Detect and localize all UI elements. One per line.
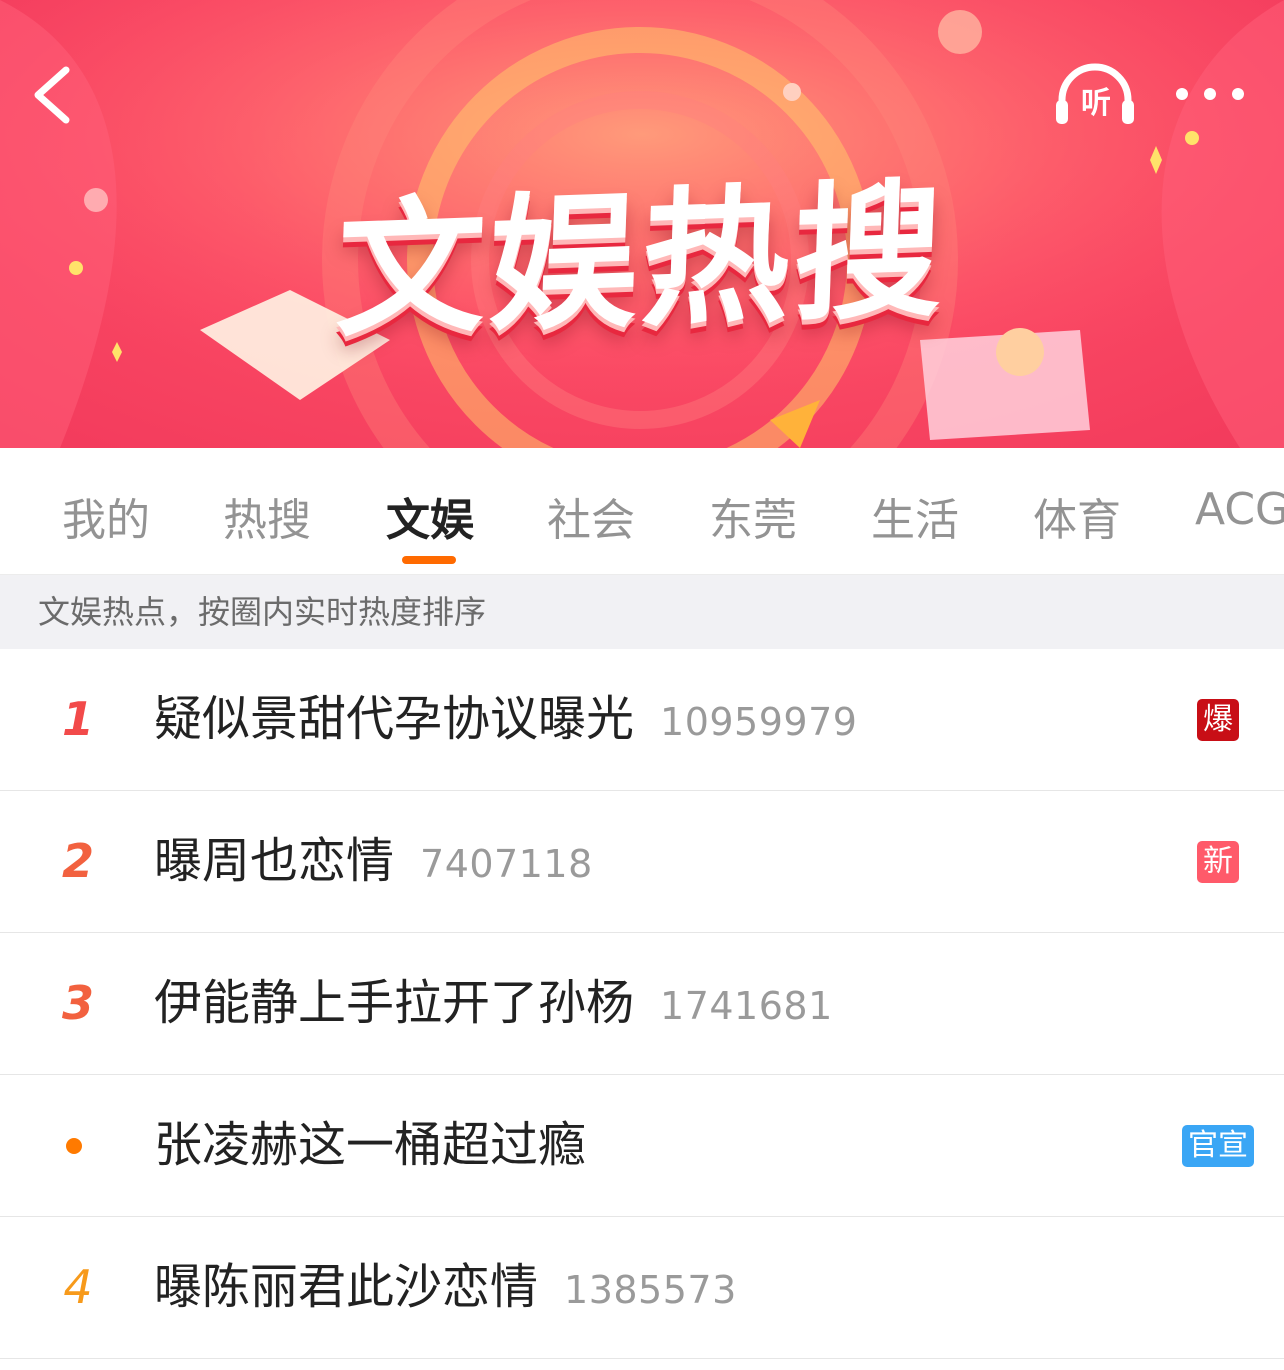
item-title-line: 伊能静上手拉开了孙杨 1741681 xyxy=(154,933,833,1074)
category-tabs: 我的 热搜 文娱 社会 东莞 生活 体育 ACG xyxy=(0,448,1284,575)
item-title-line: 曝陈丽君此沙恋情 1385573 xyxy=(154,1217,737,1358)
header-banner: 文娱热搜 听 xyxy=(0,0,1284,448)
tab-mine[interactable]: 我的 xyxy=(62,484,150,548)
listen-button[interactable]: 听 xyxy=(1052,60,1138,130)
official-badge: 官宣 xyxy=(1182,1125,1254,1167)
item-title: 伊能静上手拉开了孙杨 xyxy=(154,975,635,1031)
list-item[interactable]: 1 疑似景甜代孕协议曝光 10959979 爆 xyxy=(0,649,1284,791)
hot-search-list: 1 疑似景甜代孕协议曝光 10959979 爆 2 曝周也恋情 7407118 新 … xyxy=(0,649,1284,1359)
item-title-line: 疑似景甜代孕协议曝光 10959979 xyxy=(154,649,857,790)
list-item[interactable]: 4 曝陈丽君此沙恋情 1385573 xyxy=(0,1217,1284,1359)
item-title: 张凌赫这一桶超过瘾 xyxy=(154,1117,587,1173)
heat-count: 10959979 xyxy=(660,700,858,744)
tab-acg[interactable]: ACG xyxy=(1195,484,1284,535)
list-item[interactable]: 3 伊能静上手拉开了孙杨 1741681 xyxy=(0,933,1284,1075)
rank-number: 1 xyxy=(61,692,94,746)
item-title-line: 张凌赫这一桶超过瘾 xyxy=(154,1075,586,1216)
heat-count: 7407118 xyxy=(420,842,593,886)
banner-title: 文娱热搜 xyxy=(333,164,950,358)
back-button[interactable] xyxy=(26,60,86,130)
more-dots-icon xyxy=(1176,88,1244,100)
heat-count: 1741681 xyxy=(660,984,833,1028)
section-hint: 文娱热点，按圈内实时热度排序 xyxy=(0,575,1284,649)
item-title-line: 曝周也恋情 7407118 xyxy=(154,791,593,932)
rank-number: 2 xyxy=(61,834,94,888)
rank-number: 3 xyxy=(61,976,94,1030)
tab-sports[interactable]: 体育 xyxy=(1033,484,1121,548)
tab-entertainment[interactable]: 文娱 xyxy=(386,484,474,548)
item-title: 曝周也恋情 xyxy=(154,833,395,889)
rank-number: 4 xyxy=(63,1260,93,1314)
more-button[interactable] xyxy=(1170,74,1250,114)
tab-hot[interactable]: 热搜 xyxy=(223,484,311,548)
listen-label: 听 xyxy=(1081,86,1111,121)
item-title: 疑似景甜代孕协议曝光 xyxy=(154,691,635,747)
tab-dongguan[interactable]: 东莞 xyxy=(709,484,797,548)
hot-badge: 爆 xyxy=(1197,699,1239,741)
chevron-left-icon xyxy=(34,66,70,124)
new-badge: 新 xyxy=(1197,841,1239,883)
item-title: 曝陈丽君此沙恋情 xyxy=(154,1259,539,1315)
active-tab-indicator xyxy=(402,556,456,564)
promoted-dot-icon xyxy=(66,1138,82,1154)
heat-count: 1385573 xyxy=(564,1268,737,1312)
tab-life[interactable]: 生活 xyxy=(871,484,959,548)
tab-society[interactable]: 社会 xyxy=(547,484,635,548)
list-item[interactable]: 2 曝周也恋情 7407118 新 xyxy=(0,791,1284,933)
list-item-promoted[interactable]: 张凌赫这一桶超过瘾 官宣 xyxy=(0,1075,1284,1217)
